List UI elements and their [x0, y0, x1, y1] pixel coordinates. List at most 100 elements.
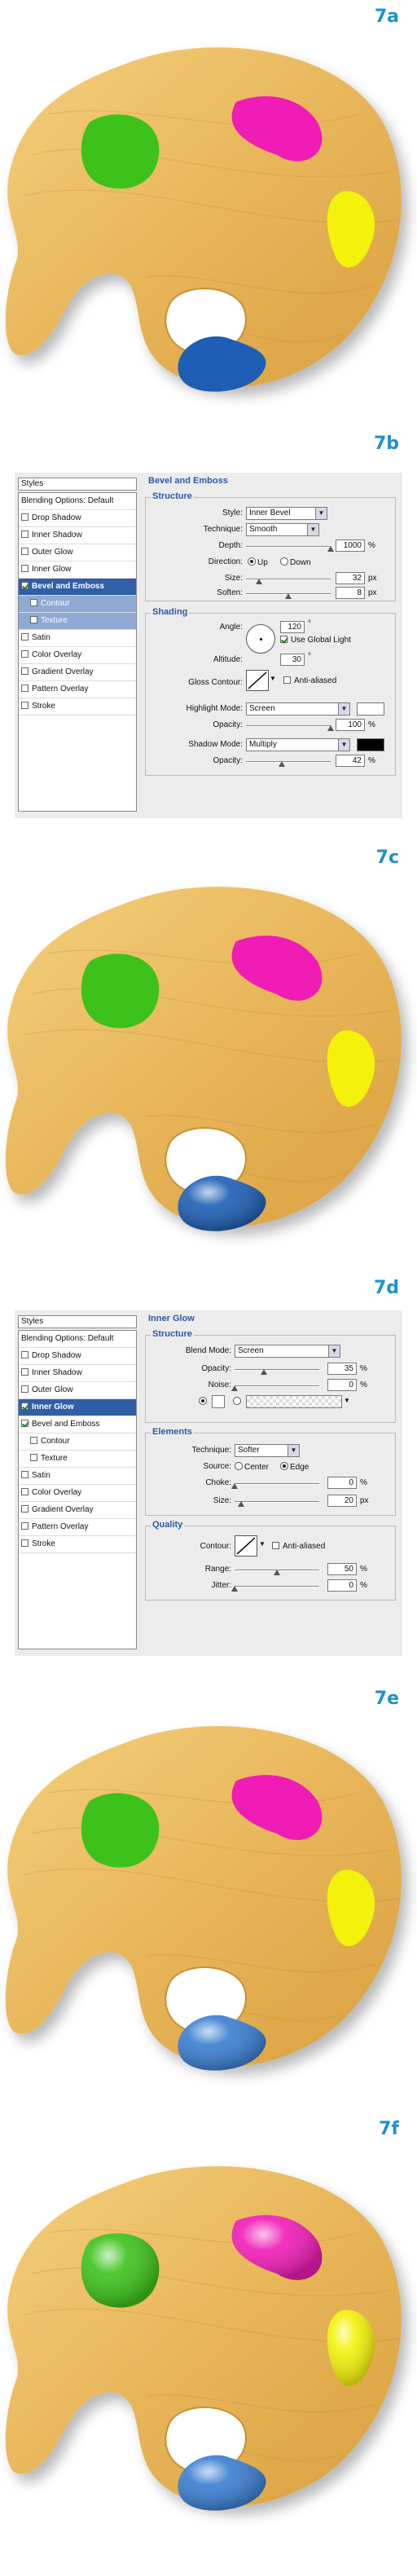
highlight-color-swatch[interactable]: [357, 702, 384, 716]
highlight-opacity-field[interactable]: 100: [336, 719, 365, 731]
soften-field[interactable]: 8: [336, 587, 365, 599]
technique-select[interactable]: Smooth ▼: [246, 523, 319, 536]
anti-aliased-checkbox[interactable]: Anti-aliased: [283, 676, 336, 685]
gloss-contour-picker[interactable]: [246, 670, 269, 691]
shadow-mode-select[interactable]: Multiply ▼: [246, 738, 350, 751]
style-list-item[interactable]: Inner Shadow: [19, 527, 136, 544]
checkbox-icon[interactable]: [21, 685, 29, 692]
checkbox-icon[interactable]: [21, 565, 29, 572]
opacity-slider-track[interactable]: [235, 1369, 319, 1371]
checkbox-icon[interactable]: [21, 531, 29, 538]
technique-select[interactable]: Softer ▼: [235, 1444, 300, 1457]
checkbox-icon[interactable]: [21, 1471, 29, 1478]
noise-slider-track[interactable]: [235, 1385, 319, 1387]
highlight-mode-select[interactable]: Screen ▼: [246, 702, 350, 716]
style-list-item[interactable]: Bevel and Emboss: [19, 579, 136, 596]
depth-slider-thumb[interactable]: [327, 546, 334, 552]
choke-slider-thumb[interactable]: [231, 1483, 238, 1489]
style-list-item[interactable]: Bevel and Emboss: [19, 1416, 136, 1433]
checkbox-icon[interactable]: [21, 1522, 29, 1530]
glow-gradient-picker[interactable]: [246, 1395, 342, 1408]
style-list-item[interactable]: Texture: [19, 613, 136, 630]
checkbox-icon[interactable]: [30, 1437, 37, 1444]
size-slider-track[interactable]: [235, 1501, 319, 1503]
opacity-slider-thumb[interactable]: [261, 1369, 268, 1375]
checkbox-icon[interactable]: [21, 667, 29, 675]
soften-slider-thumb[interactable]: [285, 593, 292, 599]
style-list-item[interactable]: Satin: [19, 1468, 136, 1485]
checkbox-icon[interactable]: [30, 1454, 37, 1461]
style-list-item[interactable]: Stroke: [19, 698, 136, 716]
checkbox-icon[interactable]: [21, 1385, 29, 1393]
gradient-radio[interactable]: [233, 1397, 243, 1407]
direction-down-radio[interactable]: Down: [280, 557, 311, 567]
style-list-item[interactable]: Drop Shadow: [19, 1348, 136, 1365]
size-field[interactable]: 20: [327, 1495, 357, 1507]
checkbox-icon[interactable]: [21, 548, 29, 555]
range-field[interactable]: 50: [327, 1563, 357, 1575]
jitter-slider-track[interactable]: [235, 1586, 319, 1587]
checkbox-icon[interactable]: [21, 1505, 29, 1513]
checkbox-icon[interactable]: [21, 650, 29, 658]
chevron-down-icon[interactable]: ▼: [270, 675, 276, 682]
source-center-radio[interactable]: Center: [235, 1462, 269, 1472]
size-slider-thumb[interactable]: [255, 579, 262, 584]
contour-picker[interactable]: [235, 1535, 257, 1557]
shadow-opacity-field[interactable]: 42: [336, 755, 365, 767]
style-list-item[interactable]: Stroke: [19, 1536, 136, 1553]
noise-field[interactable]: 0: [327, 1379, 357, 1391]
checkbox-checked-icon[interactable]: [21, 1402, 29, 1410]
style-list-item[interactable]: Satin: [19, 630, 136, 647]
style-list-item[interactable]: Outer Glow: [19, 1382, 136, 1399]
altitude-field[interactable]: 30: [280, 654, 305, 666]
style-list-item[interactable]: Texture: [19, 1451, 136, 1468]
shadow-opacity-slider-track[interactable]: [246, 761, 331, 763]
style-select[interactable]: Inner Bevel ▼: [246, 507, 327, 520]
blend-mode-select[interactable]: Screen ▼: [235, 1345, 340, 1358]
range-slider-thumb[interactable]: [274, 1570, 280, 1575]
direction-up-radio[interactable]: Up: [248, 557, 268, 567]
checkbox-icon[interactable]: [21, 1488, 29, 1495]
angle-field[interactable]: 120: [280, 621, 305, 633]
style-list-item[interactable]: Inner Glow: [19, 1399, 136, 1416]
style-list-item[interactable]: Gradient Overlay: [19, 1502, 136, 1519]
styles-header[interactable]: Styles: [18, 478, 137, 491]
checkbox-checked-icon[interactable]: [21, 582, 29, 589]
style-list-item[interactable]: Pattern Overlay: [19, 681, 136, 698]
style-list-item[interactable]: Contour: [19, 1433, 136, 1451]
solid-color-radio[interactable]: [199, 1397, 208, 1407]
size-field[interactable]: 32: [336, 572, 365, 584]
checkbox-checked-icon[interactable]: [21, 1420, 29, 1427]
style-list-item[interactable]: Inner Glow: [19, 561, 136, 579]
style-list-item[interactable]: Gradient Overlay: [19, 664, 136, 681]
shadow-color-swatch[interactable]: [357, 738, 384, 751]
angle-dial[interactable]: [246, 624, 275, 654]
size-slider-thumb[interactable]: [238, 1501, 245, 1507]
checkbox-icon[interactable]: [21, 633, 29, 641]
style-list-item[interactable]: Contour: [19, 596, 136, 613]
chevron-down-icon[interactable]: ▼: [259, 1540, 266, 1548]
chevron-down-icon[interactable]: ▼: [344, 1397, 350, 1404]
choke-field[interactable]: 0: [327, 1477, 357, 1489]
style-list-item[interactable]: Color Overlay: [19, 1485, 136, 1502]
style-list-item[interactable]: Color Overlay: [19, 647, 136, 664]
source-edge-radio[interactable]: Edge: [280, 1462, 309, 1472]
choke-slider-track[interactable]: [235, 1483, 319, 1485]
checkbox-icon[interactable]: [21, 702, 29, 709]
glow-color-swatch[interactable]: [212, 1395, 225, 1408]
style-list-item[interactable]: Drop Shadow: [19, 510, 136, 527]
style-list-item[interactable]: Blending Options: Default: [19, 1331, 136, 1348]
opacity-field[interactable]: 35: [327, 1363, 357, 1375]
depth-field[interactable]: 1000: [336, 539, 365, 552]
highlight-opacity-slider-thumb[interactable]: [327, 725, 334, 731]
checkbox-icon[interactable]: [30, 599, 37, 606]
checkbox-icon[interactable]: [21, 513, 29, 521]
style-list-item[interactable]: Outer Glow: [19, 544, 136, 561]
styles-header[interactable]: Styles: [18, 1315, 137, 1328]
style-list-item[interactable]: Pattern Overlay: [19, 1519, 136, 1536]
checkbox-icon[interactable]: [21, 1368, 29, 1376]
highlight-opacity-slider-track[interactable]: [246, 725, 331, 727]
style-list-item[interactable]: Inner Shadow: [19, 1365, 136, 1382]
checkbox-icon[interactable]: [21, 1351, 29, 1358]
style-list-item[interactable]: Blending Options: Default: [19, 493, 136, 510]
